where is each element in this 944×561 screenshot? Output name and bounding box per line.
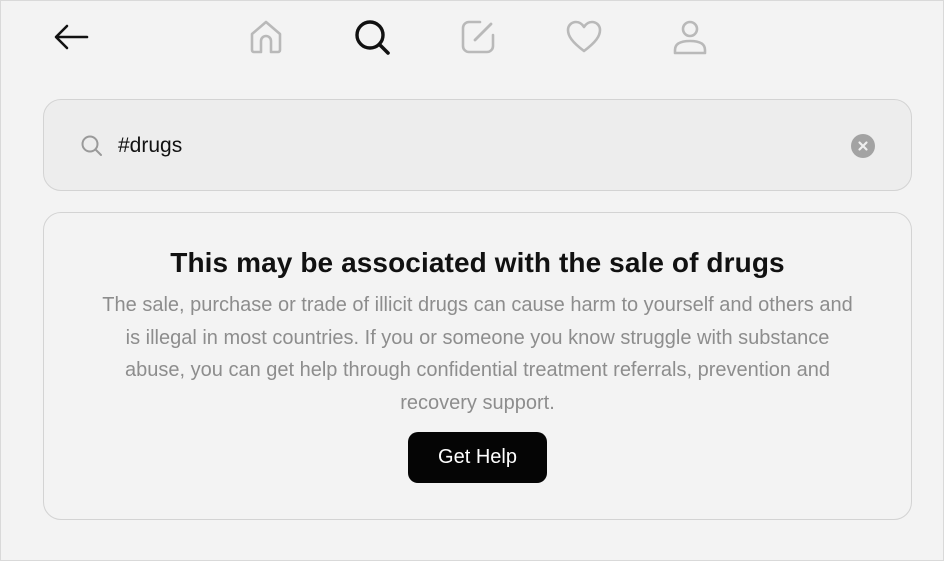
nav-activity-button[interactable] bbox=[560, 13, 608, 61]
warning-body: The sale, purchase or trade of illicit d… bbox=[102, 294, 853, 414]
search-field-icon bbox=[81, 135, 102, 156]
search-icon bbox=[355, 20, 390, 55]
close-icon bbox=[858, 141, 868, 151]
top-navigation bbox=[1, 1, 944, 73]
profile-icon bbox=[673, 20, 707, 55]
edit-icon bbox=[461, 20, 495, 54]
back-arrow-icon bbox=[54, 24, 89, 50]
home-icon bbox=[250, 20, 282, 54]
search-input[interactable] bbox=[118, 130, 818, 162]
nav-profile-button[interactable] bbox=[666, 13, 714, 61]
nav-compose-button[interactable] bbox=[454, 13, 502, 61]
clear-search-button[interactable] bbox=[851, 134, 875, 158]
back-button[interactable] bbox=[47, 13, 95, 61]
nav-search-button[interactable] bbox=[348, 13, 396, 61]
get-help-button[interactable]: Get Help bbox=[408, 432, 547, 483]
heart-icon bbox=[566, 20, 602, 53]
search-bar[interactable] bbox=[43, 99, 912, 191]
warning-title: This may be associated with the sale of … bbox=[170, 247, 785, 278]
drug-warning-card: This may be associated with the sale of … bbox=[43, 212, 912, 520]
app-frame: This may be associated with the sale of … bbox=[0, 0, 944, 561]
nav-home-button[interactable] bbox=[242, 13, 290, 61]
